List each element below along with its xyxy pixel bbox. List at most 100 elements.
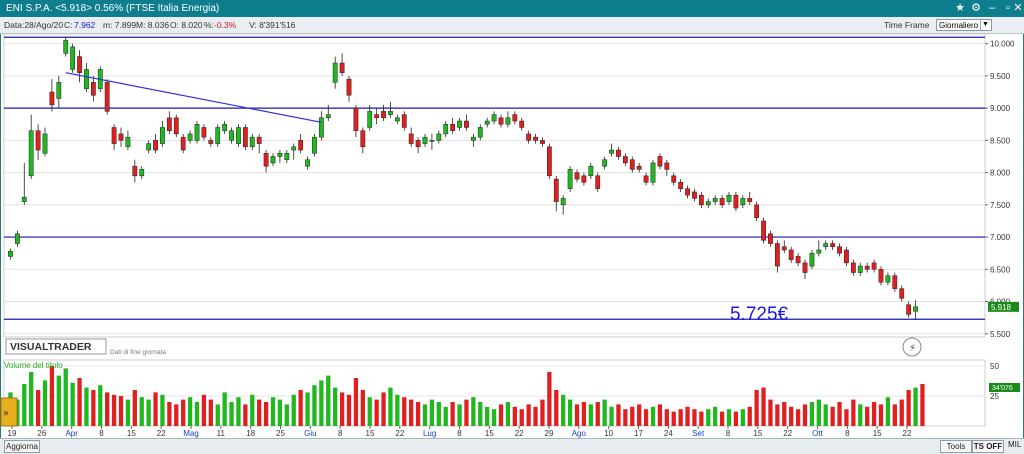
volume-bar	[906, 390, 911, 426]
candle-body	[726, 194, 732, 202]
candle-body	[553, 178, 559, 202]
candle-body	[166, 117, 172, 131]
volume-bar	[464, 399, 469, 426]
candle-body	[477, 127, 483, 138]
candle-body	[194, 124, 200, 141]
candle-body	[913, 306, 918, 312]
candle-body	[484, 120, 490, 125]
candle-body	[104, 82, 110, 112]
volume-bar	[574, 404, 580, 426]
candle-body	[512, 114, 518, 122]
candle-body	[35, 130, 41, 151]
volume-bar	[491, 409, 497, 426]
candle-body	[180, 136, 186, 151]
volume-bar	[236, 397, 241, 426]
volume-bar	[713, 406, 718, 426]
price-chart[interactable]: 10.000 9.500 9.000 8.500 8.000 7.500 7.000 6.50…	[0, 0, 1024, 438]
x-tick-label: 22	[157, 429, 166, 438]
volume-bar	[802, 404, 808, 426]
x-tick-label: 24	[664, 429, 673, 438]
candle-body	[339, 62, 345, 73]
volume-bar	[402, 397, 407, 426]
last-price-label: 5.918	[991, 303, 1012, 312]
volume-bar	[395, 394, 400, 426]
volume-bar	[422, 404, 428, 426]
update-button[interactable]: Aggiorna	[4, 440, 40, 453]
volume-bar	[871, 402, 877, 426]
volume-bar	[118, 396, 124, 426]
volume-bar	[858, 404, 863, 426]
x-tick-label: 15	[127, 429, 136, 438]
x-axis: 19 26 Apr 8 15 22 Mag 11 18 25 Giu 8 15 22 Lug 8 15 22 29 A…	[8, 426, 912, 438]
volume-bar	[42, 380, 48, 426]
volume-bar	[374, 399, 379, 426]
volume-bar	[277, 399, 283, 426]
data-note: Dati di fine giornata	[110, 349, 166, 356]
chevron-right-icon: »	[3, 408, 9, 419]
candle-body	[77, 56, 82, 73]
volume-bar	[105, 392, 110, 426]
volume-bar	[740, 409, 745, 426]
volume-bar	[132, 390, 137, 426]
x-tick-label: Apr	[65, 429, 78, 438]
x-tick-label: Giu	[304, 429, 316, 438]
x-tick-label: 10	[604, 429, 613, 438]
volume-bar	[865, 406, 870, 426]
x-tick-label: 22	[515, 429, 524, 438]
volume-bar	[243, 404, 248, 426]
candle-body	[450, 124, 456, 131]
volume-bar	[837, 402, 842, 426]
x-tick-label: 25	[276, 429, 285, 438]
ts-off-button[interactable]: TS OFF	[972, 440, 1004, 453]
volume-bar	[381, 392, 386, 426]
x-tick-label: 22	[395, 429, 404, 438]
candle-body	[719, 198, 725, 206]
volume-bar	[782, 402, 787, 426]
volume-bar	[726, 409, 732, 426]
x-tick-label: Ott	[812, 429, 823, 438]
candle-body	[540, 140, 545, 144]
candle-body	[491, 114, 497, 122]
volume-bar	[270, 397, 276, 426]
volume-bar	[187, 397, 193, 426]
candle-body	[360, 130, 366, 148]
x-tick-label: 8	[99, 429, 104, 438]
candle-body	[236, 127, 241, 144]
volume-bar	[733, 411, 739, 426]
x-tick-label: 18	[246, 429, 255, 438]
candle-body	[388, 111, 393, 115]
volume-bar	[194, 402, 200, 426]
mil-label: MIL	[1008, 440, 1022, 449]
candle-body	[215, 127, 221, 144]
volume-title: Volume del titolo	[4, 361, 63, 370]
candle-body	[685, 188, 690, 196]
volume-bar	[789, 406, 794, 426]
volume-bar	[747, 406, 752, 426]
candle-body	[270, 156, 276, 164]
volume-bar	[547, 372, 552, 426]
volume-bar	[706, 409, 711, 426]
candle-body	[325, 114, 331, 119]
volume-bar	[671, 411, 676, 426]
candle-body	[8, 251, 13, 257]
candle-body	[588, 165, 594, 177]
volume-bar	[436, 402, 441, 426]
candle-body	[70, 46, 76, 70]
volume-bar	[91, 390, 96, 426]
tools-button[interactable]: Tools	[940, 440, 972, 453]
candle-body	[705, 201, 711, 206]
candle-body	[671, 175, 677, 183]
candle-body	[533, 136, 538, 141]
candle-body	[201, 127, 207, 138]
candle-body	[125, 136, 131, 148]
candle-body	[616, 149, 621, 157]
candle-body	[42, 133, 48, 154]
candle-body	[560, 198, 566, 206]
candle-body	[519, 120, 525, 128]
candle-body	[332, 62, 338, 83]
candle-body	[864, 265, 870, 270]
volume-bar	[319, 380, 324, 426]
candle-body	[305, 159, 310, 167]
volume-bar	[754, 390, 759, 426]
candle-body	[837, 246, 842, 254]
